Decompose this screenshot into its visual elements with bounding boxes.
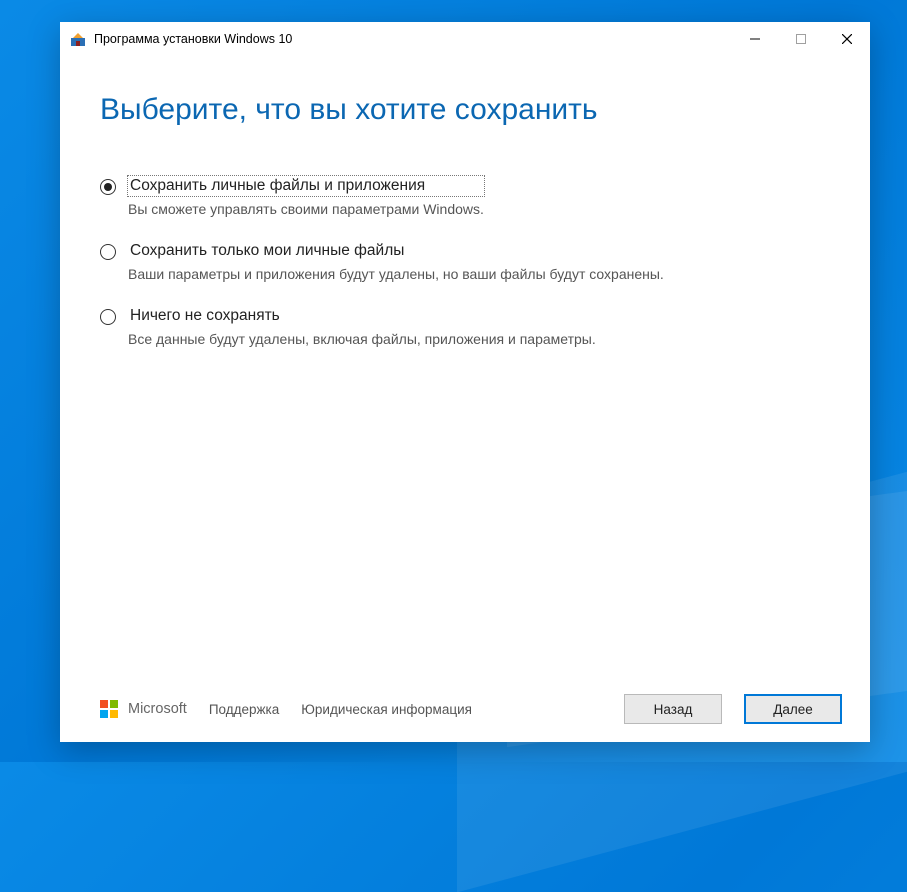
minimize-button[interactable] (732, 22, 778, 56)
page-title: Выберите, что вы хотите сохранить (100, 92, 830, 128)
installer-window: Программа установки Windows 10 Выберите,… (60, 22, 870, 742)
option-desc: Вы сможете управлять своими параметрами … (128, 200, 484, 219)
app-icon (70, 31, 86, 47)
microsoft-brand: Microsoft (128, 701, 187, 717)
window-controls (732, 22, 870, 56)
option-desc: Все данные будут удалены, включая файлы,… (128, 330, 596, 349)
radio-icon[interactable] (100, 179, 116, 195)
title-bar[interactable]: Программа установки Windows 10 (60, 22, 870, 56)
option-desc: Ваши параметры и приложения будут удален… (128, 265, 664, 284)
maximize-button[interactable] (778, 22, 824, 56)
legal-link[interactable]: Юридическая информация (301, 702, 472, 717)
support-link[interactable]: Поддержка (209, 702, 279, 717)
option-keep-files-and-apps[interactable]: Сохранить личные файлы и приложения Вы с… (100, 176, 830, 219)
options-group: Сохранить личные файлы и приложения Вы с… (100, 176, 830, 349)
back-button-label: Назад (654, 702, 693, 717)
option-keep-nothing[interactable]: Ничего не сохранять Все данные будут уда… (100, 306, 830, 349)
content-area: Выберите, что вы хотите сохранить Сохран… (60, 56, 870, 676)
window-title: Программа установки Windows 10 (94, 32, 292, 46)
footer-bar: Microsoft Поддержка Юридическая информац… (60, 676, 870, 742)
next-button[interactable]: Далее (744, 694, 842, 724)
microsoft-logo-icon (100, 700, 118, 718)
radio-icon[interactable] (100, 244, 116, 260)
next-button-label: Далее (773, 702, 813, 717)
back-button[interactable]: Назад (624, 694, 722, 724)
option-keep-files-only[interactable]: Сохранить только мои личные файлы Ваши п… (100, 241, 830, 284)
option-label: Сохранить личные файлы и приложения (128, 176, 484, 196)
radio-icon[interactable] (100, 309, 116, 325)
option-label: Сохранить только мои личные файлы (128, 241, 664, 261)
option-label: Ничего не сохранять (128, 306, 596, 326)
close-button[interactable] (824, 22, 870, 56)
